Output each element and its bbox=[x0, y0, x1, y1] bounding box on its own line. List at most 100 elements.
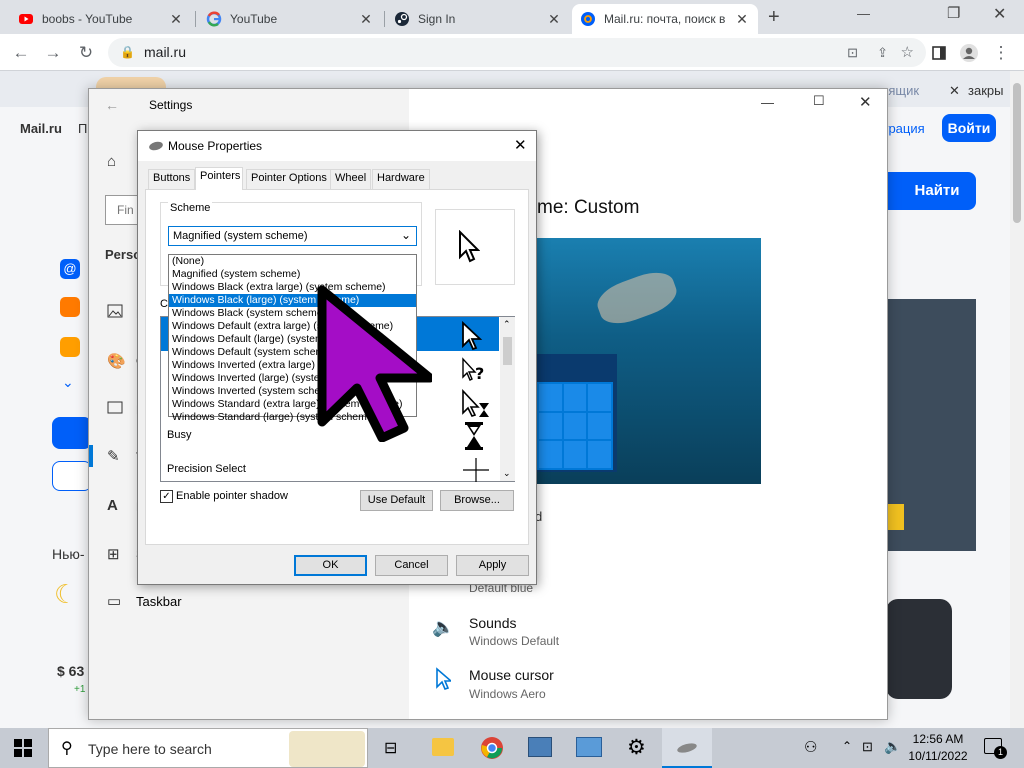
normal-select-cursor-icon bbox=[461, 320, 483, 354]
reload-icon[interactable]: ↻ bbox=[73, 40, 99, 66]
close-icon[interactable]: ✕ bbox=[358, 11, 374, 28]
side-button[interactable] bbox=[52, 461, 92, 491]
address-bar[interactable]: 🔒 mail.ru ⊡ ⇪ ☆ bbox=[108, 38, 926, 67]
minimize-icon[interactable]: — bbox=[857, 6, 870, 21]
lock-screen-icon[interactable] bbox=[107, 401, 125, 419]
tab-separator bbox=[195, 11, 196, 27]
windows-start-icon[interactable] bbox=[14, 739, 32, 760]
settings-minimize-icon[interactable]: — bbox=[761, 95, 774, 110]
mouse-cursor-subtitle: Windows Aero bbox=[469, 687, 546, 701]
browser-toolbar: ← → ↻ 🔒 mail.ru ⊡ ⇪ ☆ ⋮ bbox=[0, 34, 1024, 71]
mouse-cursor-icon[interactable] bbox=[435, 667, 454, 694]
taskbar-search-box[interactable]: ⚲ Type here to search bbox=[48, 728, 368, 768]
tab-pointer-options[interactable]: Pointer Options bbox=[246, 169, 332, 189]
ok-button[interactable]: OK bbox=[294, 555, 367, 576]
pointer-row-busy[interactable]: Busy bbox=[167, 429, 191, 441]
tab-separator bbox=[384, 11, 385, 27]
tab-wheel[interactable]: Wheel bbox=[330, 169, 372, 189]
scroll-up-icon[interactable]: ⌃ bbox=[503, 319, 511, 330]
pointer-row-precision[interactable]: Precision Select bbox=[167, 463, 246, 475]
calendar-app-icon[interactable] bbox=[60, 337, 80, 357]
new-tab-icon[interactable]: + bbox=[768, 6, 780, 29]
colors-palette-icon[interactable]: 🎨 bbox=[107, 352, 126, 370]
clock-date[interactable]: 10/11/2022 bbox=[908, 749, 968, 763]
start-icon[interactable]: ⊞ bbox=[107, 545, 125, 563]
mouse-cursor-title[interactable]: Mouse cursor bbox=[469, 667, 554, 683]
home-icon[interactable]: ⌂ bbox=[107, 153, 125, 171]
back-icon[interactable]: ← bbox=[8, 40, 34, 66]
scroll-down-icon[interactable]: ⌄ bbox=[503, 468, 511, 479]
page-scrollbar[interactable] bbox=[1010, 71, 1024, 728]
control-panel-icon[interactable] bbox=[528, 737, 552, 757]
browse-button[interactable]: Browse... bbox=[440, 490, 514, 511]
network-icon[interactable]: ⊡ bbox=[862, 739, 873, 755]
task-view-icon[interactable]: ⊟ bbox=[384, 738, 397, 758]
chrome-icon[interactable] bbox=[480, 736, 504, 763]
use-default-button[interactable]: Use Default bbox=[360, 490, 433, 511]
share-icon[interactable]: ⇪ bbox=[877, 38, 888, 67]
list-scrollbar[interactable]: ⌃ ⌄ bbox=[500, 317, 515, 481]
lock-icon: 🔒 bbox=[120, 45, 135, 59]
cloud-app-icon[interactable] bbox=[60, 297, 80, 317]
bookmark-star-icon[interactable]: ☆ bbox=[901, 38, 914, 67]
close-icon[interactable]: ✕ bbox=[734, 11, 750, 28]
tab-hardware[interactable]: Hardware bbox=[372, 169, 430, 189]
file-explorer-icon[interactable] bbox=[432, 738, 454, 756]
sounds-title[interactable]: Sounds bbox=[469, 615, 516, 631]
browser-tab[interactable]: YouTube ✕ bbox=[198, 4, 382, 34]
menu-kebab-icon[interactable]: ⋮ bbox=[988, 40, 1014, 66]
apply-button[interactable]: Apply bbox=[456, 555, 529, 576]
dialog-close-icon[interactable]: ✕ bbox=[514, 136, 527, 154]
login-button[interactable]: Войти bbox=[942, 114, 996, 142]
expand-chevron-icon[interactable]: ⌄ bbox=[62, 374, 74, 391]
taskbar-search-placeholder: Type here to search bbox=[88, 741, 212, 757]
tab-pointers[interactable]: Pointers bbox=[195, 167, 243, 190]
close-text[interactable]: закры bbox=[968, 83, 1003, 98]
browser-tab-active[interactable]: Mail.ru: почта, поиск в ✕ bbox=[572, 4, 758, 34]
side-button-primary[interactable] bbox=[52, 417, 92, 449]
sounds-speaker-icon[interactable]: 🔈 bbox=[432, 617, 454, 638]
search-icon: ⚲ bbox=[61, 740, 73, 757]
scrollbar-thumb[interactable] bbox=[1013, 83, 1021, 223]
cancel-button[interactable]: Cancel bbox=[375, 555, 448, 576]
close-x[interactable]: ✕ bbox=[949, 83, 960, 99]
fonts-icon[interactable]: A bbox=[107, 497, 125, 515]
nav-taskbar[interactable]: Taskbar bbox=[136, 594, 182, 609]
close-window-icon[interactable]: ✕ bbox=[993, 4, 1006, 24]
notification-center-icon[interactable]: 1 bbox=[984, 738, 1007, 759]
forward-icon[interactable]: → bbox=[40, 40, 66, 66]
tray-chevron-up-icon[interactable]: ⌃ bbox=[842, 739, 852, 753]
shadow-checkbox[interactable]: ✓ bbox=[160, 490, 173, 503]
clock-time[interactable]: 12:56 AM bbox=[912, 732, 964, 746]
profile-avatar-icon[interactable] bbox=[956, 40, 982, 66]
mouse-properties-task[interactable] bbox=[662, 728, 712, 768]
hourglass-icon bbox=[463, 421, 485, 454]
translate-icon[interactable]: ⊡ bbox=[847, 38, 858, 67]
browser-tab[interactable]: boobs - YouTube ✕ bbox=[10, 4, 192, 34]
settings-maximize-icon[interactable]: ☐ bbox=[813, 93, 825, 109]
start-tile bbox=[563, 412, 587, 440]
browser-tab[interactable]: Sign In ✕ bbox=[386, 4, 570, 34]
back-arrow-icon[interactable]: ← bbox=[105, 97, 119, 113]
currency-change: +1 bbox=[74, 684, 86, 695]
people-icon[interactable]: ⚇ bbox=[804, 738, 817, 756]
close-icon[interactable]: ✕ bbox=[546, 11, 562, 28]
shadow-label: Enable pointer shadow bbox=[176, 490, 288, 502]
taskbar-icon[interactable]: ▭ bbox=[107, 592, 125, 610]
scheme-option[interactable]: (None) bbox=[169, 255, 416, 268]
background-image-icon[interactable] bbox=[107, 304, 125, 322]
mail-app-icon[interactable]: @ bbox=[60, 259, 80, 279]
notification-badge: 1 bbox=[994, 746, 1007, 759]
close-icon[interactable]: ✕ bbox=[168, 11, 184, 28]
remote-desktop-icon[interactable] bbox=[576, 737, 602, 757]
scheme-select[interactable]: Magnified (system scheme) ⌄ bbox=[168, 226, 417, 246]
settings-close-icon[interactable]: ✕ bbox=[859, 93, 872, 111]
themes-icon[interactable]: ✎ bbox=[107, 447, 125, 465]
tab-buttons[interactable]: Buttons bbox=[148, 169, 196, 189]
scheme-option[interactable]: Magnified (system scheme) bbox=[169, 268, 416, 281]
volume-icon[interactable]: 🔈 bbox=[884, 738, 901, 755]
settings-gear-icon[interactable]: ⚙ bbox=[627, 735, 646, 760]
list-scroll-thumb[interactable] bbox=[503, 337, 512, 365]
side-panel-icon[interactable] bbox=[926, 40, 952, 66]
restore-icon[interactable]: ❐ bbox=[947, 4, 960, 22]
